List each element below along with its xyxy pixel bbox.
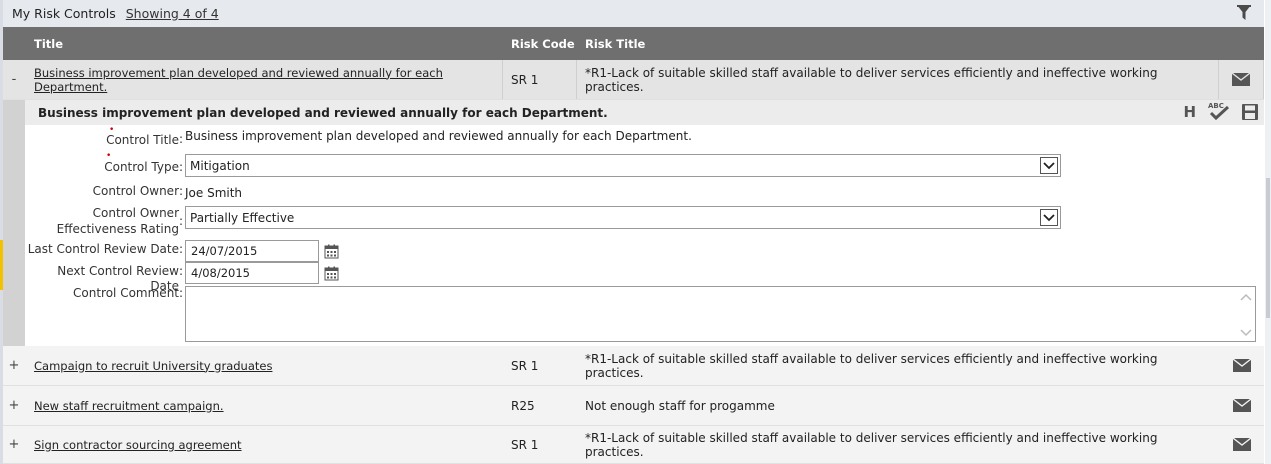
detail-toolbar: H ABC [1183,102,1258,121]
spellcheck-icon[interactable]: ABC [1208,102,1230,121]
save-icon[interactable] [1242,104,1258,120]
colon: : [179,160,184,174]
row-risk-code: R25 [511,398,535,413]
colon: : [179,242,184,256]
calendar-icon[interactable] [324,244,339,259]
envelope-icon[interactable] [1219,60,1264,99]
panel-header: My Risk Controls Showing 4 of 4 [3,0,1264,27]
expand-toggle[interactable]: + [3,346,25,385]
row-title-cell: Business improvement plan developed and … [25,60,503,99]
row-title-link[interactable]: Sign contractor sourcing agreement [34,438,242,452]
colon: : [179,264,184,278]
history-button[interactable]: H [1183,103,1196,121]
colon: : [179,184,184,198]
control-comment-textarea[interactable] [185,286,1256,342]
colon: : [179,214,184,228]
collapse-toggle[interactable]: - [3,60,25,99]
envelope-icon[interactable] [1219,426,1264,463]
row-risk-code: SR 1 [511,437,539,452]
row-risk-code: SR 1 [503,60,577,99]
page-scrollbar[interactable] [1265,0,1271,464]
envelope-icon[interactable] [1219,346,1264,385]
control-owner-label: Control Owner [92,184,179,198]
row-risk-title: Not enough staff for progamme [585,398,775,413]
risk-controls-panel: My Risk Controls Showing 4 of 4 Title Ri… [3,0,1264,464]
effectiveness-label-line1: Control Owner [92,206,179,220]
row-title-cell: New staff recruitment campaign. [25,386,503,425]
effectiveness-rating-select[interactable]: Partially Effective [185,206,1061,229]
detail-heading: Business improvement plan developed and … [38,105,608,120]
calendar-icon[interactable] [324,266,339,281]
column-header-risk-code[interactable]: Risk Code [511,37,575,51]
colon: : [179,132,184,146]
row-title-cell: Sign contractor sourcing agreement [25,426,503,463]
row-title-cell: Campaign to recruit University graduates [25,346,503,385]
column-header-title[interactable]: Title [34,37,63,51]
detail-body: Business improvement plan developed and … [25,100,1264,346]
control-type-value: Mitigation [190,158,250,173]
next-review-date-input[interactable]: 4/08/2015 [185,262,319,284]
filter-icon[interactable] [1236,4,1252,22]
effectiveness-label-line2: Effectiveness Rating [56,222,179,236]
control-title-label: Control Title [106,133,179,147]
scroll-down-icon[interactable] [1240,329,1252,337]
control-type-label: Control Type [104,160,179,174]
row-title-link[interactable]: Business improvement plan developed and … [34,66,502,94]
row-risk-code: SR 1 [511,358,539,373]
last-review-label: Last Control Review Date [27,242,179,256]
chevron-down-icon[interactable] [1040,209,1058,226]
detail-header: Business improvement plan developed and … [25,100,1264,125]
row-risk-title: *R1-Lack of suitable skilled staff avail… [585,351,1158,380]
table-row: + Campaign to recruit University graduat… [3,346,1264,386]
textarea-scrollbar[interactable] [1239,293,1253,337]
control-detail-form: Business improvement plan developed and … [3,100,1264,346]
effectiveness-rating-value: Partially Effective [190,210,295,225]
page-scrollbar-thumb[interactable] [1266,178,1270,318]
envelope-icon[interactable] [1219,386,1264,425]
control-owner-value: Joe Smith [185,186,243,200]
scroll-up-icon[interactable] [1240,293,1252,301]
column-header-risk-title[interactable]: Risk Title [585,37,645,51]
row-title-link[interactable]: Campaign to recruit University graduates [34,359,272,373]
control-title-value: Business improvement plan developed and … [185,129,692,143]
row-risk-title: *R1-Lack of suitable skilled staff avail… [585,430,1158,459]
table-row: + New staff recruitment campaign. R25 No… [3,386,1264,426]
expand-toggle[interactable]: + [3,386,25,425]
panel-title: My Risk Controls [12,6,116,21]
control-comment-label: Control Comment [73,286,179,300]
showing-count-link[interactable]: Showing 4 of 4 [126,6,219,21]
last-review-date-input[interactable]: 24/07/2015 [185,240,319,262]
control-type-select[interactable]: Mitigation [185,154,1061,177]
row-title-link[interactable]: New staff recruitment campaign. [34,399,224,413]
colon: : [179,286,184,300]
chevron-down-icon[interactable] [1040,157,1058,174]
detail-gutter [3,100,25,346]
table-row: - Business improvement plan developed an… [3,60,1264,100]
table-row: + Sign contractor sourcing agreement SR … [3,426,1264,464]
expand-toggle[interactable]: + [3,426,25,463]
column-header-row: Title Risk Code Risk Title [3,27,1264,60]
row-risk-title: *R1-Lack of suitable skilled staff avail… [577,60,1219,99]
